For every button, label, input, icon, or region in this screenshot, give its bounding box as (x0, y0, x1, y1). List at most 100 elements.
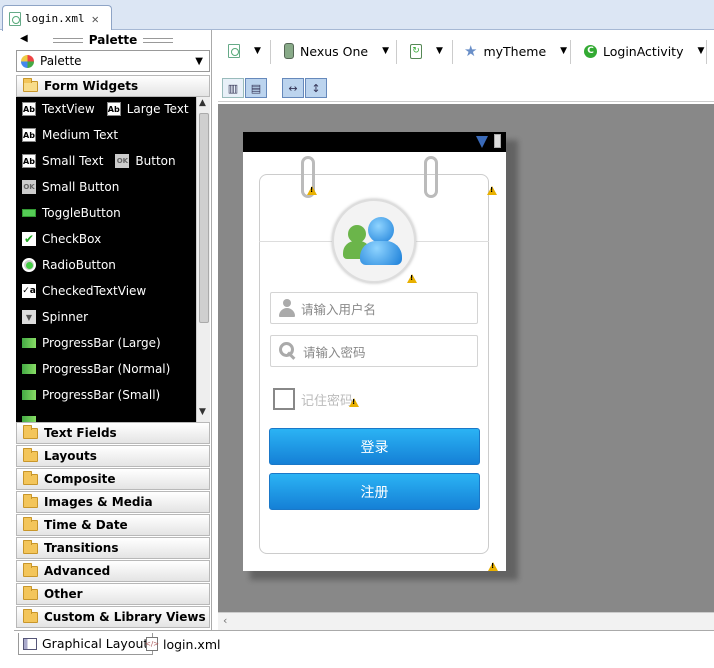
category-images-media[interactable]: Images & Media (16, 491, 210, 513)
canvas-horizontal-scrollbar[interactable]: ‹ (218, 612, 714, 630)
widget-label: RadioButton (42, 258, 116, 272)
device-dropdown[interactable]: Nexus One ▼ (284, 38, 389, 64)
widget-label: ProgressBar (Small) (42, 388, 161, 402)
status-bar (243, 132, 506, 152)
tab-graphical-layout[interactable]: Graphical Layout (18, 633, 154, 655)
widget-item-textview[interactable]: Ab TextView Ab Large Text (22, 99, 189, 119)
scroll-up-icon[interactable]: ▲ (199, 98, 206, 108)
layout-vertical-button[interactable]: ▤ (245, 78, 267, 98)
close-icon[interactable]: ✕ (92, 12, 99, 26)
warning-icon[interactable] (349, 398, 359, 407)
drag-handle-icon[interactable] (143, 37, 174, 43)
folder-icon (23, 585, 38, 600)
palette-icon (21, 54, 34, 68)
category-label: Transitions (44, 541, 119, 555)
palette-panel: ◀ Palette Palette ▼ Form Widgets Ab Text… (14, 30, 212, 630)
widget-item-progressbar-normal[interactable]: ProgressBar (Normal) (22, 359, 170, 379)
widget-label: Medium Text (42, 128, 119, 142)
category-custom-library-views[interactable]: Custom & Library Views (16, 606, 210, 628)
chevron-down-icon[interactable]: ▼ (195, 56, 203, 67)
username-input[interactable]: 请输入用户名 (270, 292, 478, 324)
battery-icon (494, 134, 501, 148)
category-composite[interactable]: Composite (16, 468, 210, 490)
toggle-fill-height-button[interactable]: ↕ (305, 78, 327, 98)
category-form-widgets[interactable]: Form Widgets (16, 75, 210, 97)
widget-item-checked-textview[interactable]: ✓a CheckedTextView (22, 281, 146, 301)
android-file-icon (9, 11, 21, 26)
layout-horizontal-button[interactable]: ▥ (222, 78, 244, 98)
scroll-down-icon[interactable]: ▼ (199, 407, 206, 417)
checked-textview-icon: ✓a (22, 284, 36, 298)
widget-label: Small Button (42, 180, 120, 194)
category-advanced[interactable]: Advanced (16, 560, 210, 582)
avatar[interactable] (332, 199, 416, 283)
category-label: Custom & Library Views (44, 610, 206, 624)
tab-login-xml[interactable]: </> login.xml (142, 633, 224, 655)
collapse-left-icon[interactable]: ◀ (20, 33, 28, 44)
widget-item-radio-button[interactable]: RadioButton (22, 255, 116, 275)
config-dropdown[interactable]: ▼ (228, 38, 261, 64)
category-layouts[interactable]: Layouts (16, 445, 210, 467)
widget-item-partial (22, 411, 36, 422)
layout-toolbar: ▼ Nexus One ▼ ↻ ▼ ★ myTheme ▼ C LoginAct… (218, 30, 714, 76)
widget-item-button[interactable]: OK Button (115, 154, 176, 168)
checkbox[interactable] (273, 388, 295, 410)
device-preview[interactable]: 请输入用户名 请输入密码 记住密码 登录 注册 (243, 132, 506, 571)
progressbar-small-icon (22, 390, 36, 400)
orientation-dropdown[interactable]: ↻ ▼ (410, 38, 443, 64)
widget-item-spinner[interactable]: ▼ Spinner (22, 307, 88, 327)
widget-item-small-button[interactable]: OK Small Button (22, 177, 119, 197)
widget-label: Spinner (42, 310, 89, 324)
category-label: Images & Media (44, 495, 153, 509)
category-other[interactable]: Other (16, 583, 210, 605)
chevron-down-icon[interactable]: ▼ (697, 46, 704, 56)
chevron-down-icon[interactable]: ▼ (254, 46, 261, 56)
widget-item-checkbox[interactable]: ✔ CheckBox (22, 229, 101, 249)
widget-item-progressbar-large[interactable]: ProgressBar (Large) (22, 333, 161, 353)
widget-item-small-text[interactable]: Ab Small Text OK Button (22, 151, 176, 171)
tab-label: login.xml (163, 636, 221, 652)
drag-handle-icon[interactable] (52, 37, 83, 43)
palette-selector-value: Palette (40, 54, 82, 68)
activity-dropdown[interactable]: C LoginActivity ▼ (584, 38, 704, 64)
radio-button-icon (22, 258, 36, 272)
widget-item-medium-text[interactable]: Ab Medium Text (22, 125, 118, 145)
activity-icon: C (584, 44, 597, 58)
category-time-date[interactable]: Time & Date (16, 514, 210, 536)
chevron-down-icon[interactable]: ▼ (436, 46, 443, 56)
toolbar-separator (706, 40, 707, 64)
widget-list-scrollbar[interactable]: ▲ ▼ (196, 97, 210, 422)
scrollbar-thumb[interactable] (199, 113, 209, 323)
chevron-down-icon[interactable]: ▼ (560, 46, 567, 56)
theme-dropdown[interactable]: ★ myTheme ▼ (464, 38, 567, 64)
remember-password-checkbox[interactable]: 记住密码 (273, 388, 353, 410)
checkbox-icon: ✔ (22, 232, 36, 246)
toolbar-separator (270, 40, 271, 64)
fill-height-icon: ↕ (311, 81, 321, 95)
toggle-fill-width-button[interactable]: ↔ (282, 78, 304, 98)
folder-icon (23, 424, 38, 439)
category-transitions[interactable]: Transitions (16, 537, 210, 559)
warning-icon[interactable] (487, 186, 497, 195)
chevron-down-icon[interactable]: ▼ (382, 46, 389, 56)
editor-tab-login-xml[interactable]: login.xml ✕ (2, 5, 112, 31)
scroll-left-icon[interactable]: ‹ (223, 614, 227, 627)
palette-selector[interactable]: Palette ▼ (16, 50, 210, 72)
activity-label: LoginActivity (603, 43, 684, 59)
warning-icon[interactable] (307, 186, 317, 195)
warning-icon[interactable] (407, 274, 417, 283)
theme-label: myTheme (483, 43, 547, 59)
toolbar-separator (452, 40, 453, 64)
login-button[interactable]: 登录 (269, 428, 480, 465)
register-button[interactable]: 注册 (269, 473, 480, 510)
warning-icon[interactable] (488, 562, 498, 571)
category-text-fields[interactable]: Text Fields (16, 422, 210, 444)
widget-item-progressbar-small[interactable]: ProgressBar (Small) (22, 385, 160, 405)
star-icon: ★ (464, 42, 478, 60)
widget-item-toggle-button[interactable]: ToggleButton (22, 203, 121, 223)
username-placeholder: 请输入用户名 (301, 301, 377, 317)
user-group-icon (360, 241, 402, 265)
password-input[interactable]: 请输入密码 (270, 335, 478, 367)
password-placeholder: 请输入密码 (303, 344, 366, 360)
widget-item-large-text[interactable]: Ab Large Text (106, 102, 189, 116)
